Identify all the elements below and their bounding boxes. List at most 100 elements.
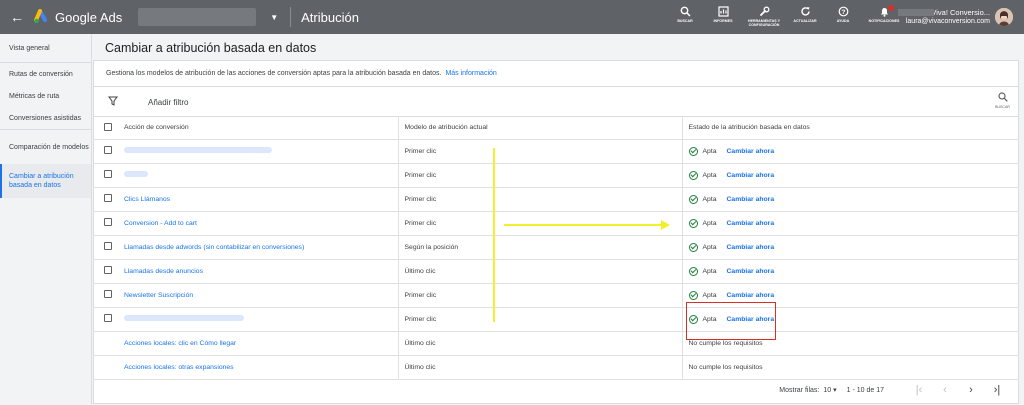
conversion-action-link[interactable]: Newsletter Suscripción [124,292,193,299]
conversion-action-cell: Newsletter Suscripción [118,283,398,308]
attribution-model-cell: Último clic [397,355,683,380]
account-info[interactable]: Viva! Conversio... laura@vivaconversion.… [898,8,990,26]
change-now-link[interactable]: Cambiar ahora [727,220,775,227]
column-header-status[interactable]: Estado de la atribución basada en datos [682,117,1018,140]
learn-more-link[interactable]: Más información [445,70,496,77]
filter-icon[interactable] [108,96,118,106]
row-checkbox[interactable] [104,194,112,202]
column-header-action[interactable]: Acción de conversión [118,117,398,140]
redaction-mask [898,9,934,16]
tool-label: INFORMES [713,19,733,23]
conversion-action-link[interactable]: Clics Llámanos [124,196,170,203]
row-checkbox[interactable] [104,170,112,178]
conversion-action-cell: Acciones locales: otras expansiones [118,355,398,380]
row-select-cell [94,211,118,236]
redacted-conversion-action-link[interactable] [124,171,148,177]
first-page-icon[interactable]: |‹ [906,384,932,396]
sidebar: Vista general Rutas de conversión Métric… [0,34,92,405]
row-select-cell [94,235,118,260]
svg-text:?: ? [841,9,845,16]
ineligible-status-label: No cumple los requisitos [688,339,763,347]
change-now-link[interactable]: Cambiar ahora [727,172,775,179]
row-checkbox[interactable] [104,146,112,154]
previous-page-icon[interactable]: ‹ [932,384,958,396]
search-icon [997,92,1008,105]
tool-label: ACTUALIZAR [793,19,817,23]
avatar[interactable] [995,8,1013,26]
row-checkbox[interactable] [104,218,112,226]
row-select-cell [94,283,118,308]
row-select-cell [94,355,118,380]
arrow-left-icon[interactable]: ← [6,9,28,25]
info-banner: Gestiona los modelos de atribución de la… [94,61,1018,87]
attribution-model-cell: Primer clic [397,163,683,188]
redacted-conversion-action-link[interactable] [124,315,244,321]
banner-text: Gestiona los modelos de atribución de la… [106,70,442,77]
tool-settings-button[interactable]: HERRAMIENTAS Y CONFIGURACIÓN [742,0,786,34]
rows-per-page-select[interactable]: 10 ▾ [823,386,836,394]
sidebar-item-path-metrics[interactable]: Métricas de ruta [0,85,91,107]
table-row: Newsletter Suscripción Primer clic Apta Cam… [94,283,1019,308]
change-now-link[interactable]: Cambiar ahora [727,292,775,299]
last-page-icon[interactable]: ›| [984,384,1010,396]
row-checkbox[interactable] [104,314,112,322]
table-row: Primer clic Apta Cambiar ahora [94,163,1019,188]
row-checkbox[interactable] [104,266,112,274]
tool-search-button[interactable]: BUSCAR [666,0,704,34]
redacted-conversion-action-link[interactable] [124,147,272,153]
select-all-checkbox[interactable] [104,122,112,131]
check-circle-icon [688,266,698,276]
notification-badge [888,5,894,11]
tool-refresh-button[interactable]: ACTUALIZAR [786,0,824,34]
google-ads-logo[interactable] [34,9,50,25]
attribution-model-cell: Primer clic [397,139,683,164]
attribution-model-cell: Primer clic [397,307,683,332]
attribution-model-cell: Según la posición [397,235,683,260]
row-checkbox[interactable] [104,290,112,298]
sidebar-item-model-comparison[interactable]: Comparación de modelos [0,130,91,164]
conversion-action-cell: Llamadas desde adwords (sin contabilizar… [118,235,398,260]
column-header-model[interactable]: Modelo de atribución actual [397,117,683,140]
account-selector[interactable] [138,8,257,26]
tool-help-button[interactable]: ? AYUDA [824,0,862,34]
change-now-link[interactable]: Cambiar ahora [727,244,775,251]
add-filter-button[interactable]: Añadir filtro [148,98,188,107]
row-select-cell [94,307,118,332]
status-group: Apta Cambiar ahora [688,290,1019,300]
annotation-vertical-line [493,148,495,322]
tool-label: BUSCAR [677,19,693,23]
sidebar-item-data-driven[interactable]: Cambiar a atribución basada en datos [0,164,91,198]
status-cell: Apta Cambiar ahora [682,187,1018,212]
chevron-down-icon[interactable]: ▼ [270,13,278,22]
tool-reports-button[interactable]: INFORMES [704,0,742,34]
change-now-link[interactable]: Cambiar ahora [727,268,775,275]
check-circle-icon [688,290,698,300]
conversion-action-link[interactable]: Acciones locales: otras expansiones [124,364,234,371]
search-icon [680,6,691,19]
status-cell: No cumple los requisitos [682,355,1018,380]
row-checkbox[interactable] [104,242,112,250]
tool-label: NOTIFICACIONES [868,19,900,23]
sidebar-item-conversion-paths[interactable]: Rutas de conversión [0,63,91,85]
conversion-action-link[interactable]: Acciones locales: clic en Cómo llegar [124,340,236,347]
conversion-action-link[interactable]: Llamadas desde adwords (sin contabilizar… [124,244,304,251]
status-group: Apta Cambiar ahora [688,170,1019,180]
annotation-highlight-box [686,302,776,340]
row-select-cell [94,259,118,284]
pagination: Mostrar filas: 10 ▾ 1 - 10 de 17 |‹ ‹ › … [94,377,1018,403]
conversion-action-link[interactable]: Llamadas desde anuncios [124,268,203,275]
status-label: Apta [702,243,717,251]
check-circle-icon [688,170,698,180]
reports-icon [717,6,729,19]
table-header-row: Acción de conversión Modelo de atribució… [94,117,1018,140]
change-now-link[interactable]: Cambiar ahora [727,148,775,155]
sidebar-item-overview[interactable]: Vista general [0,34,91,62]
next-page-icon[interactable]: › [958,384,984,396]
change-now-link[interactable]: Cambiar ahora [727,196,775,203]
sidebar-item-assisted-conversions[interactable]: Conversiones asistidas [0,107,91,129]
conversion-action-link[interactable]: Conversion - Add to cart [124,220,197,227]
status-group: Apta Cambiar ahora [688,146,1019,156]
main-content: Cambiar a atribución basada en datos Ges… [93,34,1024,405]
table-row: Llamadas desde adwords (sin contabilizar… [94,235,1018,260]
table-search-button[interactable]: BUSCAR [995,92,1010,109]
